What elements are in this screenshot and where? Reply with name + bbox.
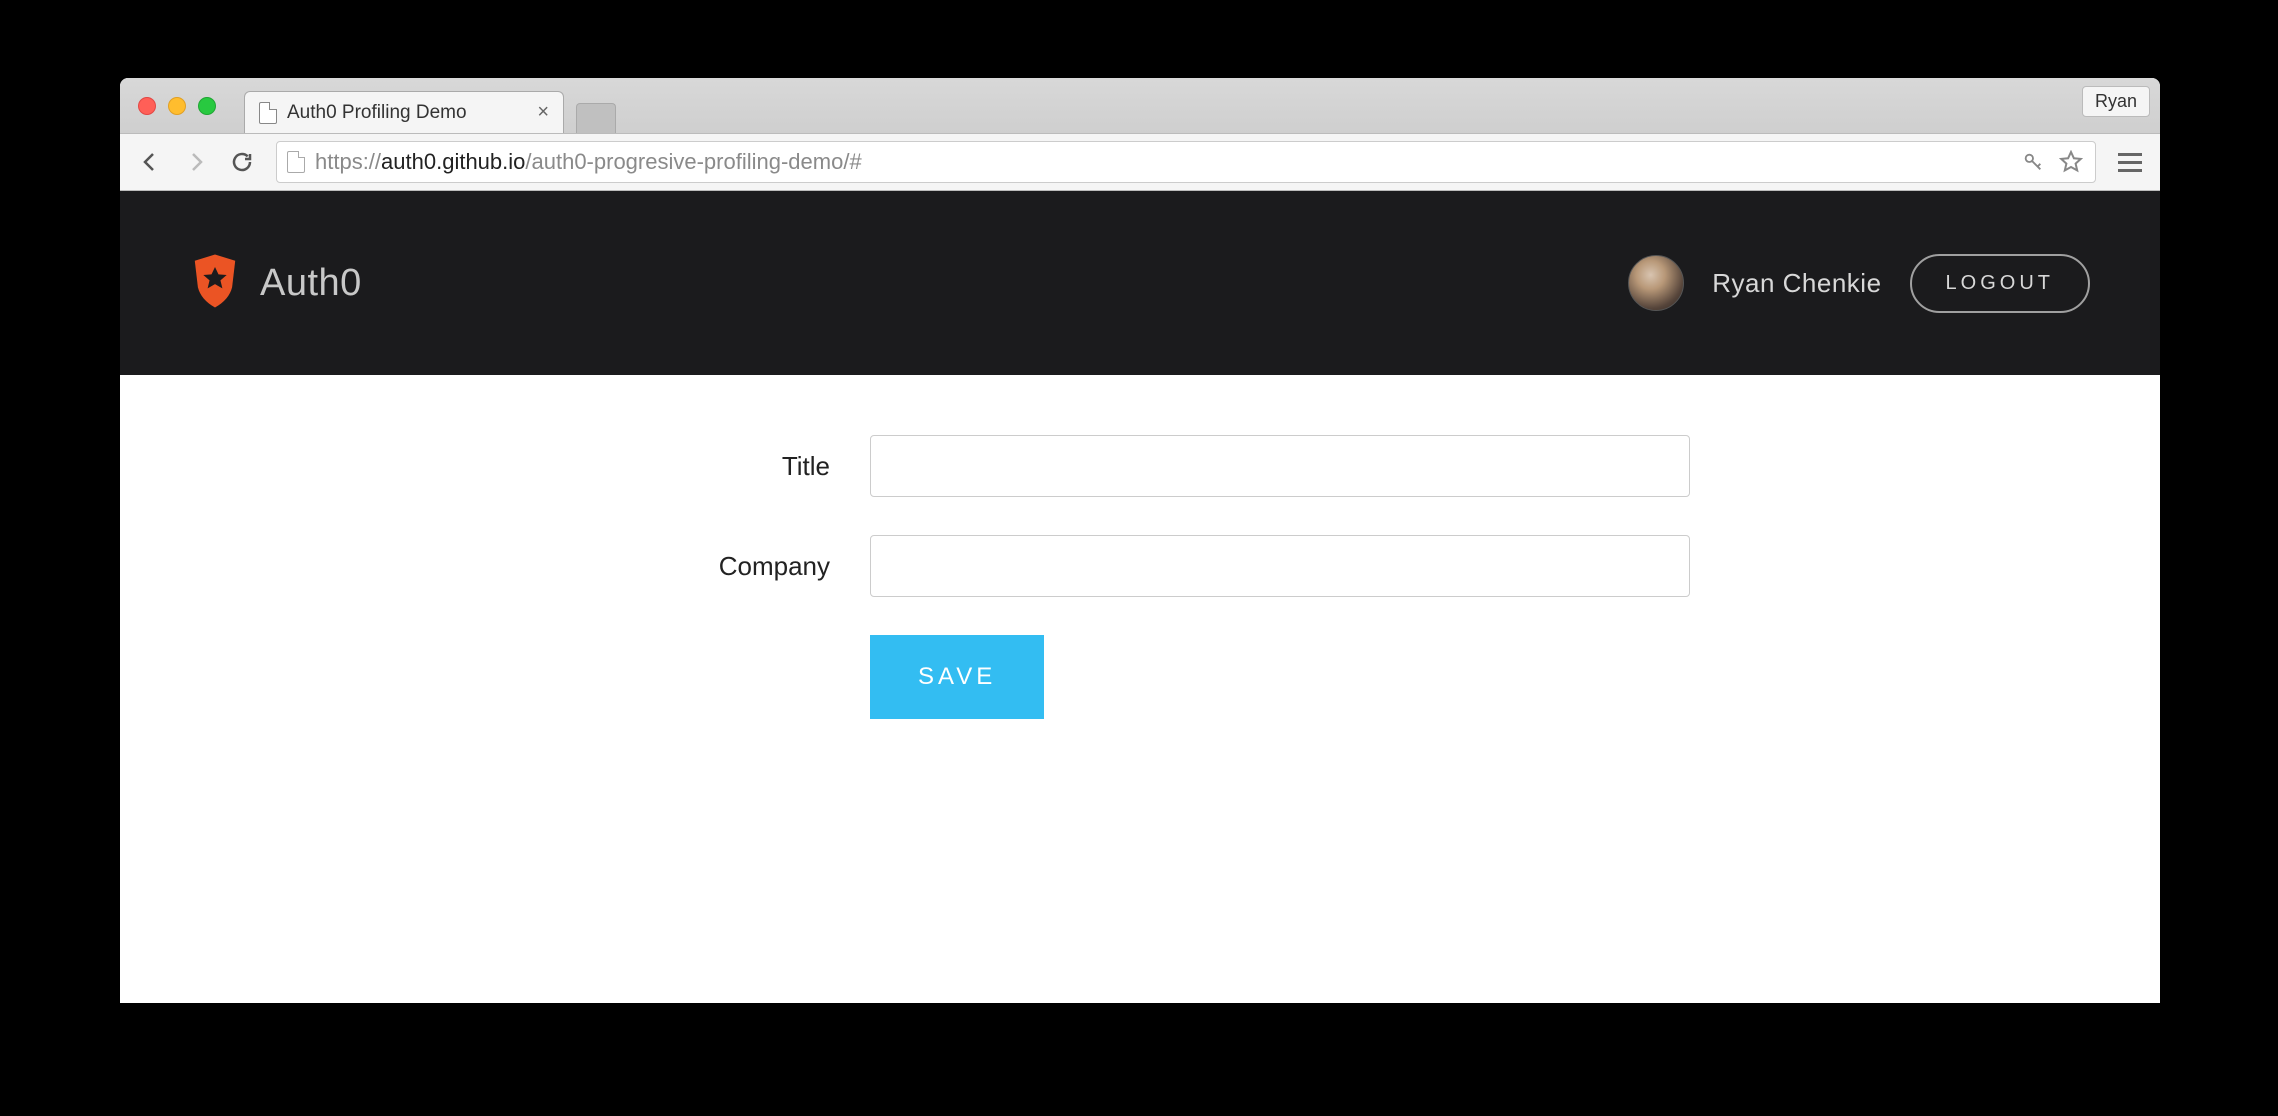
avatar[interactable] — [1628, 255, 1684, 311]
back-button[interactable] — [130, 142, 170, 182]
app-header: Auth0 Ryan Chenkie LOGOUT — [120, 191, 2160, 375]
address-bar[interactable]: https://auth0.github.io/auth0-progresive… — [276, 141, 2096, 183]
brand-name: Auth0 — [260, 262, 362, 305]
form-actions: SAVE — [590, 635, 1690, 719]
url-path: /auth0-progresive-profiling-demo/# — [525, 149, 861, 174]
bookmark-star-icon[interactable] — [2057, 148, 2085, 176]
company-input[interactable] — [870, 535, 1690, 597]
chrome-tabbar: Auth0 Profiling Demo × Ryan — [120, 78, 2160, 133]
header-right: Ryan Chenkie LOGOUT — [1628, 254, 2090, 313]
form-row-title: Title — [590, 435, 1690, 497]
form-row-company: Company — [590, 535, 1690, 597]
page-body: Title Company SAVE — [120, 375, 2160, 1003]
key-icon[interactable] — [2019, 148, 2047, 176]
maximize-window-button[interactable] — [198, 97, 216, 115]
close-window-button[interactable] — [138, 97, 156, 115]
chrome-menu-button[interactable] — [2110, 153, 2150, 172]
logout-button[interactable]: LOGOUT — [1910, 254, 2090, 313]
company-label: Company — [590, 551, 870, 582]
close-tab-icon[interactable]: × — [537, 101, 549, 124]
site-info-icon[interactable] — [287, 151, 305, 173]
tab-title: Auth0 Profiling Demo — [287, 102, 527, 124]
profile-form: Title Company SAVE — [590, 435, 1690, 719]
new-tab-button[interactable] — [576, 103, 616, 133]
browser-window: Auth0 Profiling Demo × Ryan https://auth… — [120, 78, 2160, 1003]
auth0-shield-icon — [190, 253, 240, 314]
page-icon — [259, 102, 277, 124]
title-input[interactable] — [870, 435, 1690, 497]
save-button[interactable]: SAVE — [870, 635, 1044, 719]
window-controls — [120, 78, 234, 133]
forward-button[interactable] — [176, 142, 216, 182]
browser-tab[interactable]: Auth0 Profiling Demo × — [244, 91, 564, 133]
chrome-toolbar: https://auth0.github.io/auth0-progresive… — [120, 133, 2160, 191]
title-label: Title — [590, 451, 870, 482]
minimize-window-button[interactable] — [168, 97, 186, 115]
chrome-profile-badge[interactable]: Ryan — [2082, 86, 2150, 117]
username: Ryan Chenkie — [1712, 268, 1881, 299]
url-scheme: https:// — [315, 149, 381, 174]
reload-button[interactable] — [222, 142, 262, 182]
url-text: https://auth0.github.io/auth0-progresive… — [315, 149, 2009, 175]
url-host: auth0.github.io — [381, 149, 525, 174]
brand[interactable]: Auth0 — [190, 253, 362, 314]
